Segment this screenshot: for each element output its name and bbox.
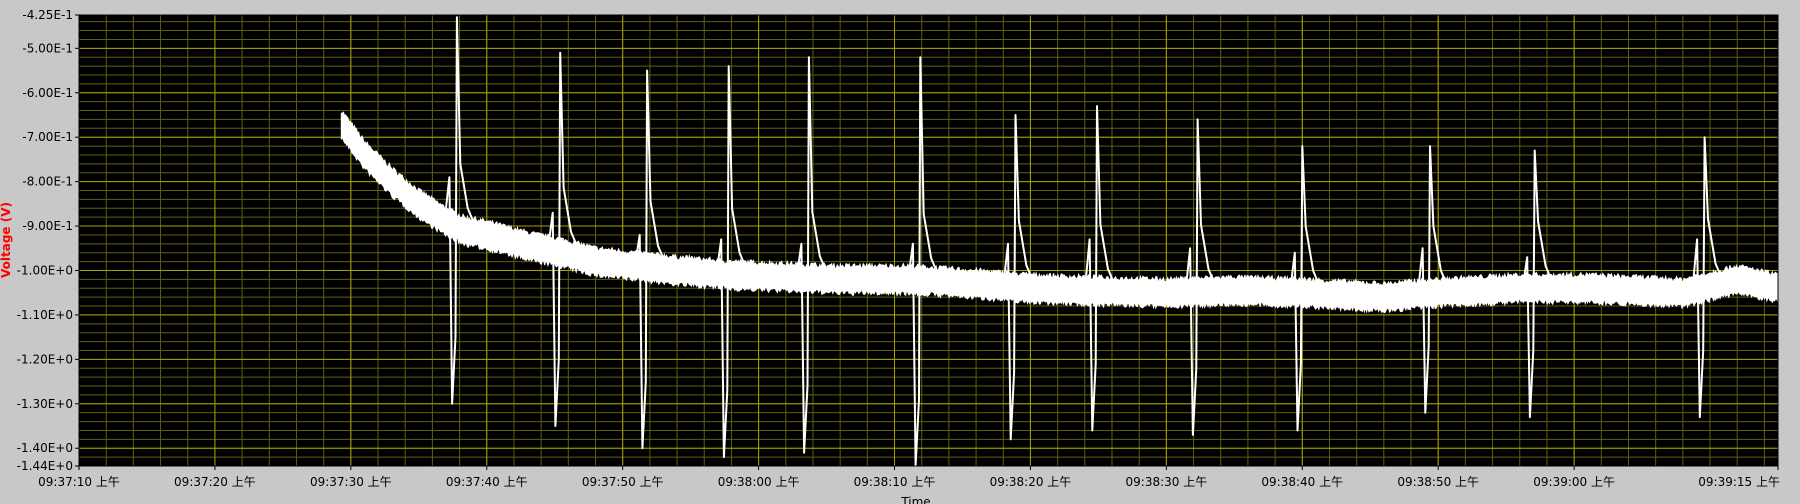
y-tick-label: -5.00E-1 bbox=[22, 41, 73, 55]
y-tick-label: -1.40E+0 bbox=[17, 441, 73, 455]
x-tick-label: 09:38:50 上午 bbox=[1397, 475, 1479, 489]
x-tick-label: 09:38:10 上午 bbox=[854, 475, 936, 489]
x-tick-label: 09:39:15 上午 bbox=[1698, 475, 1780, 489]
y-tick-label: -8.00E-1 bbox=[22, 175, 73, 189]
x-tick-label: 09:37:40 上午 bbox=[446, 475, 528, 489]
y-axis-title: Voltage (V) bbox=[0, 202, 13, 278]
x-tick-label: 09:39:00 上午 bbox=[1533, 475, 1615, 489]
y-tick-label: -6.00E-1 bbox=[22, 86, 73, 100]
x-tick-label: 09:37:20 上午 bbox=[174, 475, 256, 489]
y-tick-label: -4.25E-1 bbox=[22, 8, 73, 22]
x-tick-label: 09:38:30 上午 bbox=[1126, 475, 1208, 489]
x-axis-title: Time bbox=[900, 495, 930, 504]
x-tick-label: 09:37:30 上午 bbox=[310, 475, 392, 489]
y-tick-label: -9.00E-1 bbox=[22, 219, 73, 233]
x-tick-label: 09:38:40 上午 bbox=[1261, 475, 1343, 489]
y-tick-label: -7.00E-1 bbox=[22, 130, 73, 144]
x-tick-label: 09:37:10 上午 bbox=[38, 475, 120, 489]
y-tick-label: -1.20E+0 bbox=[17, 352, 73, 366]
x-tick-label: 09:37:50 上午 bbox=[582, 475, 664, 489]
waveform-chart: -4.25E-1 -5.00E-1 -6.00E-1 -7.00E-1 -8.00E-1… bbox=[0, 0, 1800, 504]
y-tick-label: -1.10E+0 bbox=[17, 308, 73, 322]
x-tick-label: 09:38:00 上午 bbox=[718, 475, 800, 489]
y-tick-label: -1.30E+0 bbox=[17, 397, 73, 411]
chart-root: -4.25E-1 -5.00E-1 -6.00E-1 -7.00E-1 -8.00E-1… bbox=[0, 0, 1800, 504]
y-tick-label: -1.00E+0 bbox=[17, 263, 73, 277]
x-tick-label: 09:38:20 上午 bbox=[990, 475, 1072, 489]
y-tick-label: -1.44E+0 bbox=[17, 459, 73, 473]
